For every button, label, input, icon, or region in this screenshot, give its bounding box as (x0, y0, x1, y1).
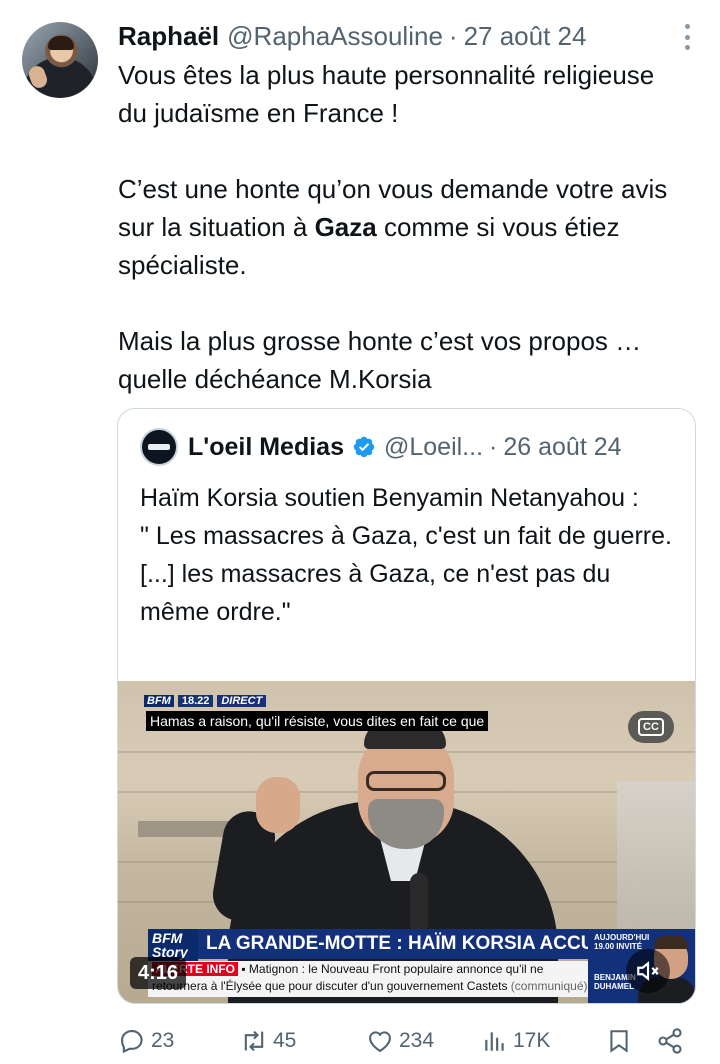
repost-button[interactable]: 45 (240, 1024, 296, 1058)
quoted-author-name[interactable]: L'oeil Medias (188, 433, 344, 462)
quoted-text-line-2: " Les massacres à Gaza, c'est un fait de… (140, 522, 672, 626)
action-bar: 23 45 234 17K (118, 1022, 698, 1060)
author-avatar[interactable] (22, 22, 98, 98)
verified-badge-icon (353, 436, 375, 458)
like-count: 234 (399, 1029, 435, 1052)
bookmark-button[interactable] (606, 1024, 632, 1058)
speaker-glasses (366, 771, 446, 791)
news-ticker: ALERTE INFO ▪ Matignon : le Nouveau Fron… (148, 961, 588, 997)
reply-button[interactable]: 23 (118, 1024, 174, 1058)
quoted-author-avatar[interactable] (140, 428, 178, 466)
reply-icon (121, 1030, 143, 1054)
more-options-icon[interactable] (682, 24, 692, 50)
volume-muted-icon (637, 961, 659, 981)
live-label: DIRECT (217, 695, 267, 707)
microphone (410, 873, 428, 933)
background-panel (617, 781, 695, 941)
post-header: Raphaël @RaphaAssouline · 27 août 24 (118, 18, 680, 54)
video-subtitle: Hamas a raison, qu'il résiste, vous dite… (146, 711, 489, 731)
channel-name: BFM (144, 695, 174, 707)
repost-icon (244, 1030, 264, 1052)
quoted-author-handle[interactable]: @Loeil... (384, 433, 483, 462)
like-button[interactable]: 234 (366, 1024, 434, 1058)
video-duration: 4:16 (130, 957, 187, 989)
quoted-post-card[interactable]: L'oeil Medias @Loeil... · 26 août 24 Haï… (117, 408, 696, 1004)
reply-count: 23 (151, 1029, 175, 1052)
post-paragraph-3: Mais la plus grosse honte c’est vos prop… (118, 326, 642, 394)
bookmark-icon (610, 1030, 628, 1053)
views-button[interactable]: 17K (482, 1024, 550, 1058)
post-text: Vous êtes la plus haute personnalité rel… (118, 56, 688, 398)
heart-icon (369, 1031, 391, 1053)
header-separator: · (448, 20, 458, 51)
repost-count: 45 (273, 1029, 297, 1052)
avatar-hand (26, 63, 50, 91)
guest-corner-label: AUJOURD'HUI 19.00 INVITÉ (594, 933, 650, 951)
author-name[interactable]: Raphaël (118, 21, 219, 52)
share-icon (658, 1028, 682, 1054)
channel-logo: BFM 18.22 DIRECT (144, 693, 267, 709)
post-paragraph-1: Vous êtes la plus haute personnalité rel… (118, 60, 655, 128)
author-handle[interactable]: @RaphaAssouline (227, 21, 443, 52)
views-chart-icon (485, 1032, 504, 1051)
gaza-highlight: Gaza (314, 212, 377, 242)
news-headline: LA GRANDE-MOTTE : HAÏM KORSIA ACCUSE LFI (198, 929, 588, 959)
broadcast-time: 18.22 (177, 695, 214, 707)
video-player[interactable]: BFM 18.22 DIRECT Hamas a raison, qu'il r… (118, 681, 695, 1003)
ticker-source: (communiqué) (510, 979, 588, 993)
closed-captions-button[interactable]: CC (628, 711, 674, 743)
quoted-header-separator: · (489, 432, 498, 461)
avatar-hair (48, 36, 74, 50)
share-button[interactable] (656, 1024, 684, 1058)
views-count: 17K (513, 1029, 551, 1052)
cc-icon: CC (638, 718, 664, 736)
quoted-post-text: Haïm Korsia soutien Benyamin Netanyahou … (140, 479, 680, 631)
post-date[interactable]: 27 août 24 (464, 21, 587, 52)
mute-button[interactable] (626, 949, 670, 993)
post-paragraph-2: C’est une honte qu’on vous demande votre… (118, 174, 668, 280)
speaker-hand (256, 777, 300, 833)
quoted-text-line-1: Haïm Korsia soutien Benyamin Netanyahou … (140, 484, 639, 512)
quoted-post-header: L'oeil Medias @Loeil... · 26 août 24 (140, 428, 622, 466)
quoted-post-date[interactable]: 26 août 24 (503, 433, 621, 462)
